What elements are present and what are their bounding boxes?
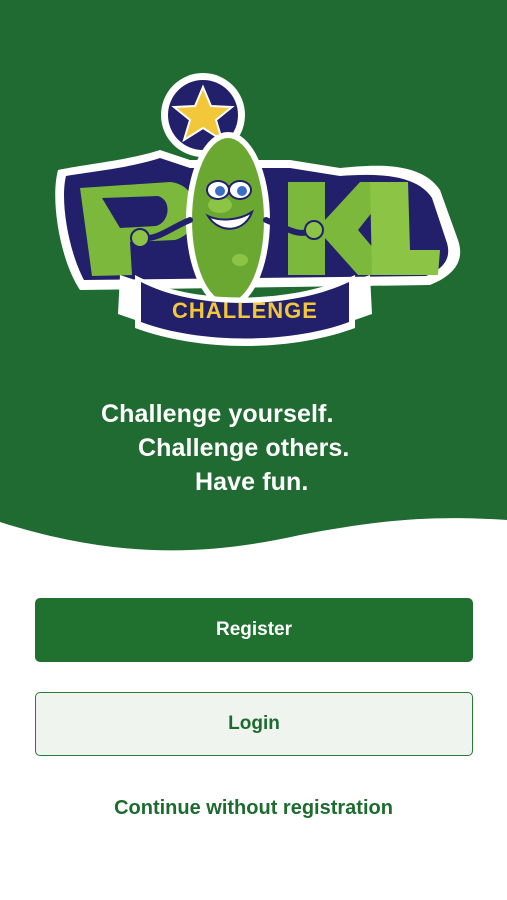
- login-button[interactable]: Login: [35, 692, 473, 756]
- hero-header: CHALLENGE Challenge yourself. Challenge …: [0, 0, 507, 560]
- pkl-challenge-logo: CHALLENGE: [55, 73, 461, 346]
- tagline-line-2: Challenge others.: [138, 434, 350, 462]
- continue-without-registration-link[interactable]: Continue without registration: [0, 797, 507, 820]
- tagline-line-3: Have fun.: [195, 468, 309, 496]
- tagline-line-1: Challenge yourself.: [101, 400, 334, 428]
- logo-banner-text: CHALLENGE: [172, 298, 318, 323]
- register-button[interactable]: Register: [35, 598, 473, 662]
